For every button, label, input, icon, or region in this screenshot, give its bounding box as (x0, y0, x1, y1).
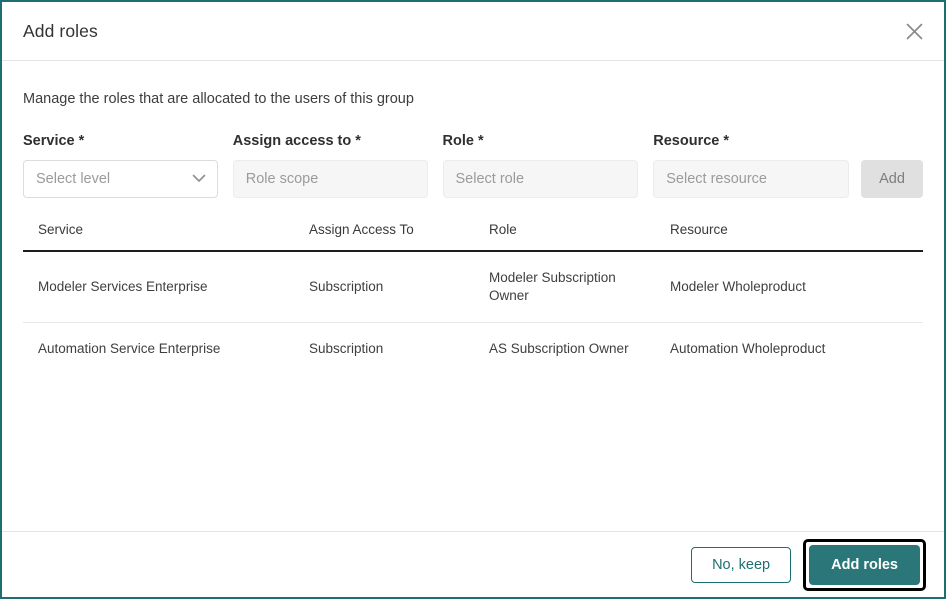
chevron-down-icon (192, 171, 206, 187)
column-header-resource: Resource (670, 222, 923, 252)
field-resource: Resource * Select resource (653, 133, 849, 198)
column-header-role: Role (489, 222, 670, 252)
cell-role: AS Subscription Owner (489, 341, 629, 356)
cell-role: Modeler Subscription Owner (489, 251, 670, 323)
roles-table-head: Service Assign Access To Role Resource (23, 222, 923, 252)
resource-select-placeholder: Select resource (666, 171, 767, 187)
column-header-service: Service (23, 222, 309, 252)
field-assign-access-to: Assign access to * Role scope (232, 133, 428, 198)
field-role: Role * Select role (442, 133, 639, 198)
column-header-assign: Assign Access To (309, 222, 489, 252)
dialog-body: Manage the roles that are allocated to t… (2, 61, 944, 531)
cell-assign: Subscription (309, 341, 384, 356)
dialog-description: Manage the roles that are allocated to t… (23, 91, 414, 107)
confirm-button-focus-ring: Add roles (803, 538, 926, 591)
table-row: Automation Service Enterprise Subscripti… (23, 323, 923, 376)
cell-service: Automation Service Enterprise (38, 341, 221, 356)
table-header-row: Service Assign Access To Role Resource (23, 222, 923, 252)
add-roles-button[interactable]: Add roles (809, 544, 920, 585)
assign-access-to-input[interactable]: Role scope (232, 160, 428, 198)
dialog-header: Add roles (2, 2, 944, 61)
role-select[interactable]: Select role (442, 160, 639, 198)
cancel-button[interactable]: No, keep (691, 546, 792, 583)
field-label-resource: Resource * (653, 133, 730, 149)
roles-table: Service Assign Access To Role Resource M… (23, 222, 923, 375)
cell-resource: Modeler Wholeproduct (670, 251, 923, 323)
close-icon[interactable] (898, 15, 930, 47)
cell-resource: Automation Wholeproduct (670, 341, 826, 356)
cell-assign: Subscription (309, 251, 489, 323)
cell-service: Modeler Services Enterprise (23, 251, 309, 323)
add-roles-dialog: Add roles Manage the roles that are allo… (0, 0, 946, 599)
service-select-placeholder: Select level (36, 171, 111, 187)
add-button[interactable]: Add (861, 160, 923, 198)
role-form-row: Service * Select level Assign access to … (23, 133, 923, 198)
role-select-placeholder: Select role (455, 171, 525, 187)
service-select[interactable]: Select level (23, 160, 218, 198)
field-service: Service * Select level (23, 133, 218, 198)
resource-select[interactable]: Select resource (653, 160, 849, 198)
table-row: Modeler Services Enterprise Subscription… (23, 251, 923, 323)
dialog-footer: No, keep Add roles (2, 531, 944, 597)
field-label-service: Service * (23, 133, 85, 149)
field-label-role: Role * (442, 133, 484, 149)
assign-access-to-placeholder: Role scope (245, 171, 319, 187)
page-title: Add roles (23, 20, 98, 41)
roles-table-body: Modeler Services Enterprise Subscription… (23, 251, 923, 375)
field-label-assign-access-to: Assign access to * (232, 133, 361, 149)
